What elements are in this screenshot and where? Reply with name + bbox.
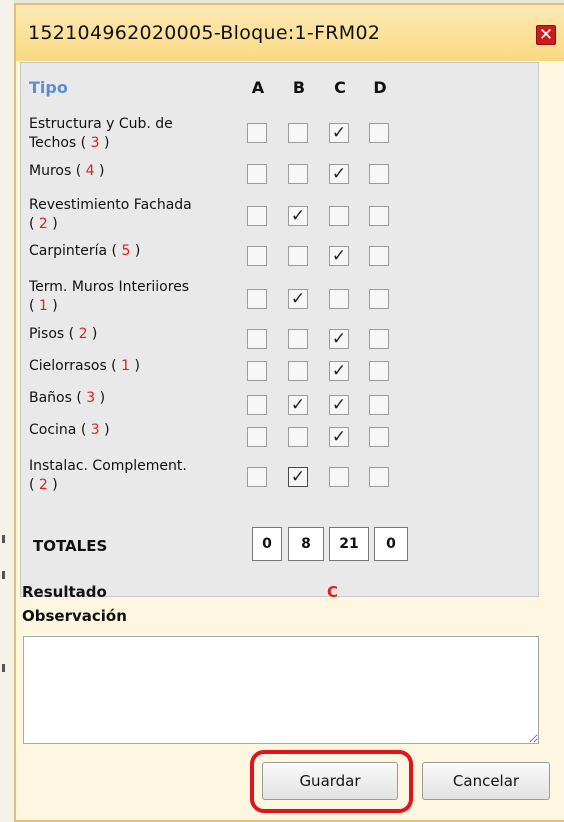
dialog-title: 152104962020005-Bloque:1-FRM02 (28, 22, 381, 44)
observation-label: Observación (22, 607, 127, 625)
checkbox-b[interactable] (288, 329, 308, 349)
row-label: Revestimiento Fachada ( 2 ) (29, 197, 192, 232)
row-label-text: Carpintería (29, 243, 108, 259)
checkbox-d[interactable] (369, 164, 389, 184)
checkbox-c[interactable]: ✓ (329, 395, 349, 415)
row-label-text: Cielorrasos (29, 358, 107, 374)
background-mark (2, 664, 5, 672)
checkbox-b[interactable] (288, 361, 308, 381)
background-mark (2, 535, 5, 543)
row-label-text: Revestimiento Fachada (29, 197, 192, 213)
checkbox-a[interactable] (247, 427, 267, 447)
result-label: Resultado (22, 583, 107, 601)
checkbox-b[interactable] (288, 427, 308, 447)
checkbox-c[interactable]: ✓ (329, 361, 349, 381)
row-label: Estructura y Cub. de Techos ( 3 ) (29, 116, 173, 151)
row-label: Muros ( 4 ) (29, 163, 105, 179)
row-count: 2 (38, 216, 48, 232)
row-label: Carpintería ( 5 ) (29, 243, 141, 259)
checkbox-a[interactable] (247, 123, 267, 143)
checkbox-c[interactable] (329, 467, 349, 487)
row-label: Baños ( 3 ) (29, 390, 106, 406)
row-label-text: Cocina (29, 422, 77, 438)
row-label-text: Baños (29, 390, 72, 406)
row-count: 1 (121, 358, 131, 374)
close-icon[interactable]: ✕ (536, 25, 556, 45)
row-label: Cocina ( 3 ) (29, 422, 110, 438)
checkbox-c[interactable]: ✓ (329, 164, 349, 184)
checkbox-d[interactable] (369, 467, 389, 487)
checkbox-a[interactable] (247, 395, 267, 415)
row-count: 2 (78, 326, 88, 342)
row-label: Term. Muros Interiiores ( 1 ) (29, 279, 190, 314)
checkbox-c[interactable]: ✓ (329, 123, 349, 143)
total-a: 0 (252, 527, 282, 561)
checkbox-d[interactable] (369, 206, 389, 226)
row-label-text: Muros (29, 163, 72, 179)
evaluation-panel: Tipo A B C D Estructura y Cub. de Techos… (20, 62, 539, 597)
highlight-annotation (250, 750, 413, 813)
result-value: C (327, 583, 339, 601)
checkbox-a[interactable] (247, 329, 267, 349)
checkbox-c[interactable]: ✓ (329, 329, 349, 349)
checkbox-b[interactable]: ✓ (288, 467, 308, 487)
checkbox-c[interactable]: ✓ (329, 427, 349, 447)
background-mark (2, 571, 5, 579)
total-b: 8 (288, 527, 324, 561)
background-window (0, 0, 14, 822)
checkbox-b[interactable] (288, 123, 308, 143)
checkbox-d[interactable] (369, 329, 389, 349)
total-c: 21 (329, 527, 369, 561)
row-label-text: Estructura y Cub. de (29, 116, 173, 132)
row-label-text: Pisos (29, 326, 65, 342)
checkbox-d[interactable] (369, 361, 389, 381)
column-header-d: D (373, 78, 387, 97)
row-count: 3 (86, 390, 96, 406)
checkbox-a[interactable] (247, 467, 267, 487)
checkbox-d[interactable] (369, 289, 389, 309)
row-label: Pisos ( 2 ) (29, 326, 98, 342)
checkbox-b[interactable] (288, 246, 308, 266)
row-label-text-continued: Techos (29, 135, 77, 151)
checkbox-a[interactable] (247, 164, 267, 184)
row-count: 4 (85, 163, 95, 179)
checkbox-b[interactable]: ✓ (288, 206, 308, 226)
cancel-button[interactable]: Cancelar (422, 762, 550, 800)
column-header-c: C (334, 78, 346, 97)
checkbox-b[interactable]: ✓ (288, 289, 308, 309)
checkbox-d[interactable] (369, 395, 389, 415)
checkbox-c[interactable] (329, 206, 349, 226)
checkbox-c[interactable]: ✓ (329, 246, 349, 266)
checkbox-a[interactable] (247, 246, 267, 266)
checkbox-b[interactable] (288, 164, 308, 184)
row-label-text: Instalac. Complement. (29, 458, 187, 474)
column-header-a: A (251, 78, 265, 97)
row-label-text: Term. Muros Interiiores (29, 279, 190, 295)
dialog-titlebar[interactable]: 152104962020005-Bloque:1-FRM02 ✕ (16, 5, 564, 61)
checkbox-b[interactable]: ✓ (288, 395, 308, 415)
row-count: 3 (90, 422, 100, 438)
row-count: 3 (90, 135, 100, 151)
checkbox-d[interactable] (369, 246, 389, 266)
checkbox-a[interactable] (247, 206, 267, 226)
row-label: Instalac. Complement. ( 2 ) (29, 458, 187, 493)
column-header-b: B (292, 78, 306, 97)
column-header-tipo: Tipo (29, 78, 68, 97)
row-count: 2 (38, 477, 48, 493)
checkbox-a[interactable] (247, 289, 267, 309)
checkbox-a[interactable] (247, 361, 267, 381)
checkbox-d[interactable] (369, 123, 389, 143)
row-count: 5 (121, 243, 131, 259)
checkbox-c[interactable] (329, 289, 349, 309)
row-label: Cielorrasos ( 1 ) (29, 358, 140, 374)
observation-textarea[interactable] (23, 636, 539, 744)
totals-label: TOTALES (33, 537, 108, 555)
total-d: 0 (374, 527, 408, 561)
checkbox-d[interactable] (369, 427, 389, 447)
row-count: 1 (38, 298, 48, 314)
